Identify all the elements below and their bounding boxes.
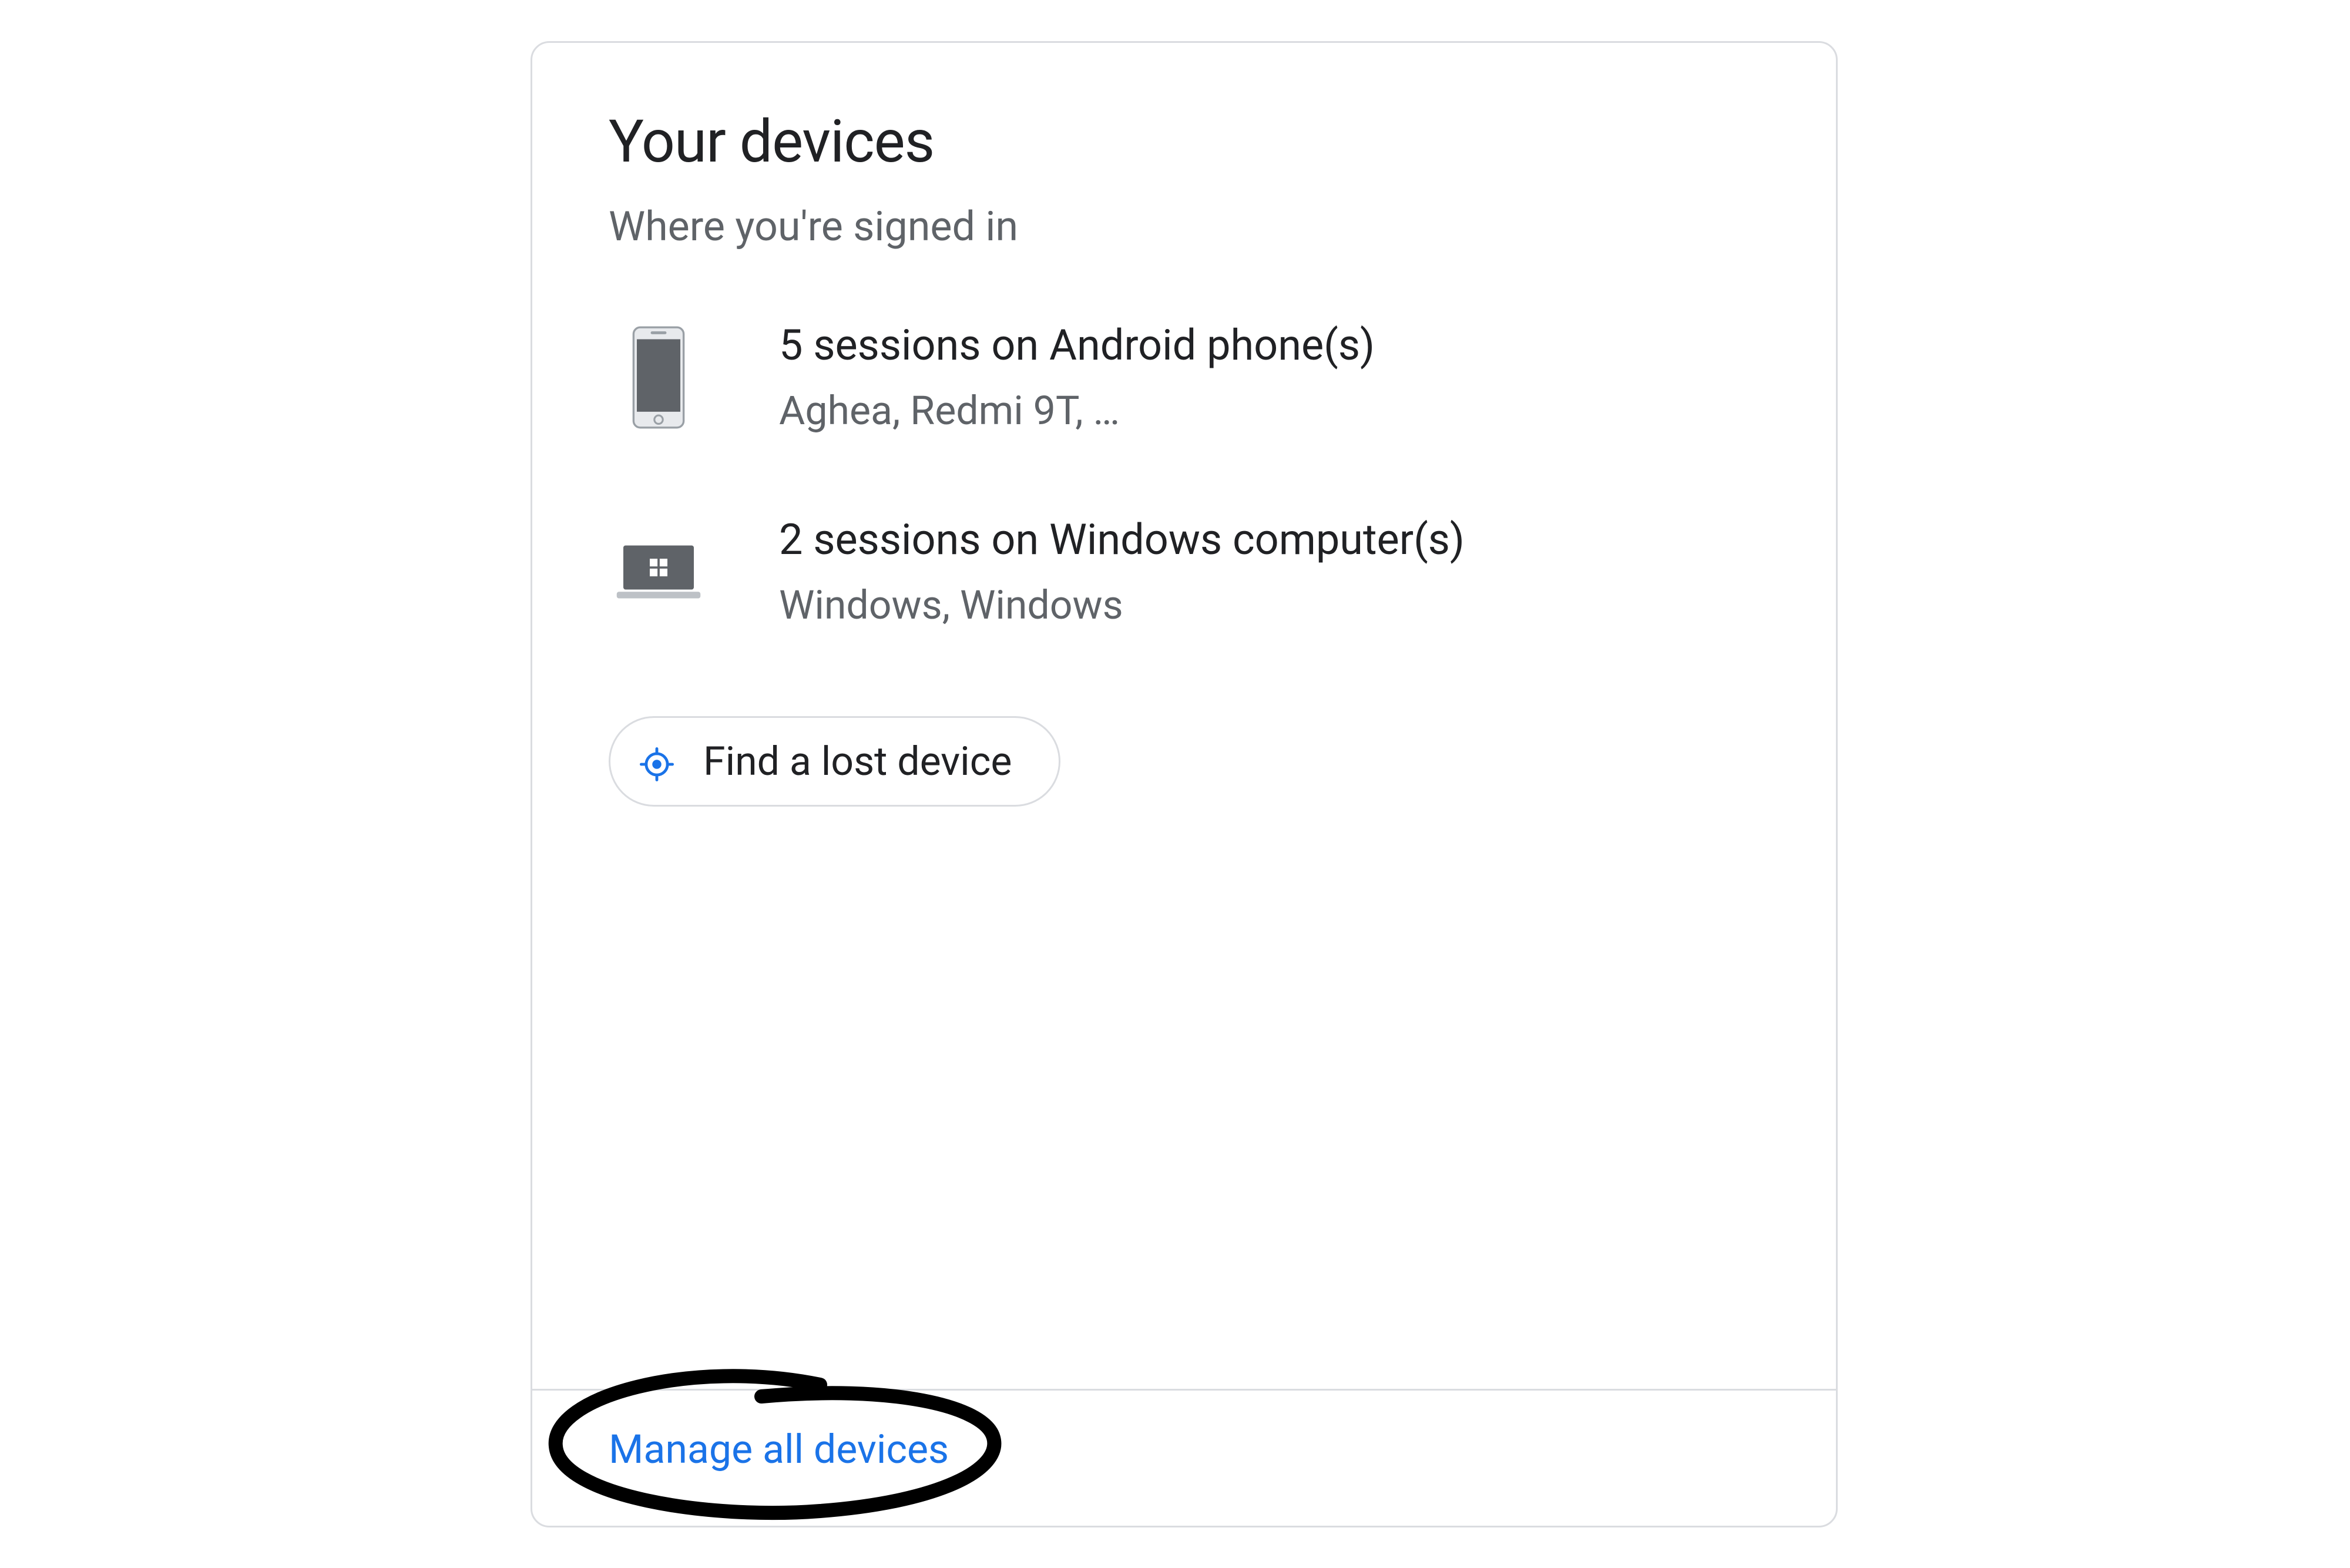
device-row-android[interactable]: 5 sessions on Android phone(s) Aghea, Re…: [609, 321, 1760, 434]
your-devices-card: Your devices Where you're signed in 5 se…: [531, 41, 1838, 1527]
device-row-windows[interactable]: 2 sessions on Windows computer(s) Window…: [609, 516, 1760, 628]
device-title: 2 sessions on Windows computer(s): [779, 516, 1465, 565]
locate-icon: [640, 744, 674, 778]
find-lost-device-label: Find a lost device: [703, 738, 1012, 785]
find-lost-device-button[interactable]: Find a lost device: [609, 716, 1060, 807]
device-text: 5 sessions on Android phone(s) Aghea, Re…: [779, 321, 1375, 434]
device-list: 5 sessions on Android phone(s) Aghea, Re…: [609, 321, 1760, 628]
device-detail: Aghea, Redmi 9T, …: [779, 388, 1375, 434]
device-detail: Windows, Windows: [779, 582, 1465, 628]
device-title: 5 sessions on Android phone(s): [779, 321, 1375, 370]
android-phone-icon: [615, 326, 703, 429]
card-title: Your devices: [609, 108, 1760, 176]
card-footer: Manage all devices: [532, 1389, 1836, 1526]
card-body: Your devices Where you're signed in 5 se…: [532, 43, 1836, 1389]
windows-laptop-icon: [615, 541, 703, 603]
manage-all-devices-link[interactable]: Manage all devices: [609, 1426, 949, 1473]
device-text: 2 sessions on Windows computer(s) Window…: [779, 516, 1465, 628]
card-subtitle: Where you're signed in: [609, 203, 1760, 251]
